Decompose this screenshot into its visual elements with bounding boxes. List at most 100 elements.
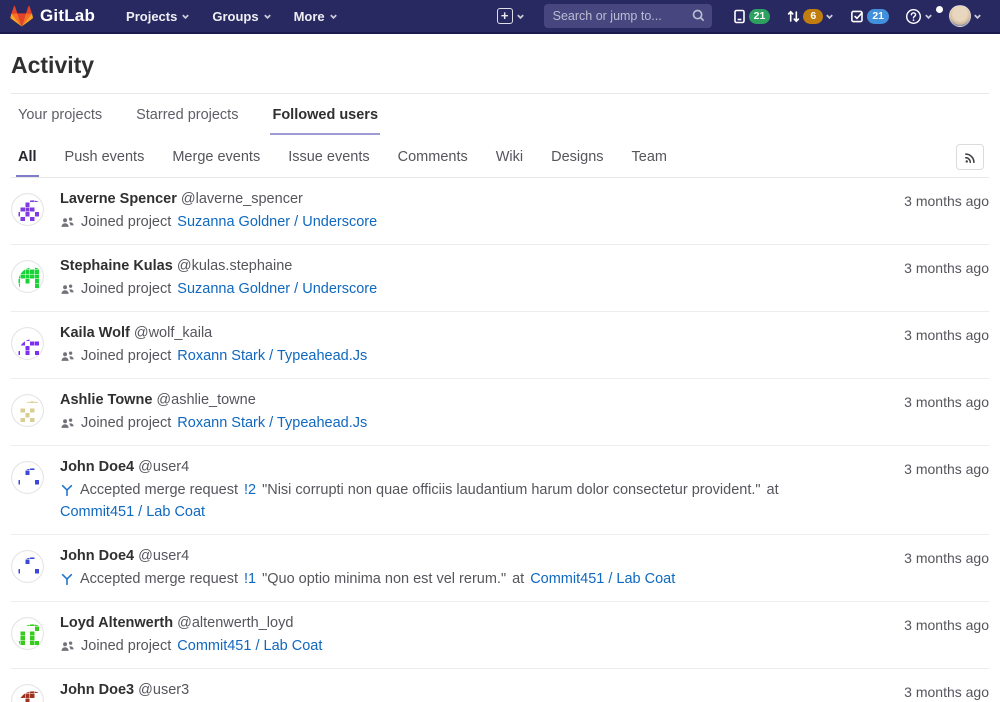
event-detail: Joined project Roxann Stark / Typeahead.…: [60, 415, 890, 431]
event-timestamp: 3 months ago: [904, 325, 989, 343]
event-timestamp: 3 months ago: [904, 191, 989, 209]
scope-tabs: Your projects Starred projects Followed …: [11, 94, 989, 135]
user-handle: @kulas.stephaine: [177, 258, 292, 274]
notification-dot: [936, 6, 943, 13]
connector-text: at: [767, 482, 779, 498]
user-full-name[interactable]: Loyd Altenwerth: [60, 615, 173, 631]
issues-icon: [732, 9, 747, 24]
event-timestamp: 3 months ago: [904, 459, 989, 477]
activity-row: Stephaine Kulas @kulas.stephaine Joined …: [11, 245, 989, 312]
search-input[interactable]: [544, 4, 712, 28]
project-link[interactable]: Commit451 / Lab Coat: [177, 638, 322, 654]
user-identicon-avatar[interactable]: [11, 550, 44, 583]
event-timestamp: 3 months ago: [904, 258, 989, 276]
filter-team[interactable]: Team: [630, 137, 669, 177]
users-icon: [60, 416, 75, 431]
user-identicon-avatar[interactable]: [11, 327, 44, 360]
nav-menu-more[interactable]: More: [283, 0, 349, 32]
users-icon: [60, 215, 75, 230]
project-link[interactable]: Suzanna Goldner / Underscore: [177, 214, 377, 230]
issues-counter-button[interactable]: 21: [724, 9, 779, 24]
global-search: [544, 4, 712, 28]
merge-requests-counter-button[interactable]: 6: [778, 9, 842, 24]
chevron-down-icon: [924, 12, 933, 21]
filter-push-events[interactable]: Push events: [63, 137, 147, 177]
merge-request-ref-link[interactable]: !2: [244, 482, 256, 498]
user-handle: @altenwerth_loyd: [177, 615, 293, 631]
todo-checklist-icon: [850, 9, 865, 24]
user-handle: @laverne_spencer: [181, 191, 303, 207]
filter-all[interactable]: All: [16, 137, 39, 177]
rss-feed-button[interactable]: [956, 144, 984, 170]
activity-row: Ashlie Towne @ashlie_towne Joined projec…: [11, 379, 989, 446]
event-detail: Accepted merge request !1 "Quo optio min…: [60, 571, 890, 587]
user-full-name[interactable]: Stephaine Kulas: [60, 258, 173, 274]
project-link[interactable]: Commit451 / Lab Coat: [60, 504, 205, 520]
user-full-name[interactable]: John Doe4: [60, 459, 134, 475]
event-detail: Joined project Suzanna Goldner / Undersc…: [60, 214, 890, 230]
merge-requests-count-badge: 6: [803, 9, 823, 24]
event-timestamp: 3 months ago: [904, 615, 989, 633]
merge-request-ref-link[interactable]: !1: [244, 571, 256, 587]
search-icon: [692, 9, 705, 27]
user-full-name[interactable]: John Doe3: [60, 682, 134, 698]
activity-list: Laverne Spencer @laverne_spencer Joined …: [11, 178, 989, 702]
filter-issue-events[interactable]: Issue events: [286, 137, 371, 177]
brand-name: GitLab: [40, 6, 95, 26]
merge-request-icon: [60, 572, 74, 587]
todos-counter-button[interactable]: 21: [842, 9, 897, 24]
user-full-name[interactable]: Laverne Spencer: [60, 191, 177, 207]
user-identicon-avatar[interactable]: [11, 617, 44, 650]
event-action-text: Joined project: [81, 415, 171, 431]
user-identicon-avatar[interactable]: [11, 260, 44, 293]
activity-row: Kaila Wolf @wolf_kaila Joined project Ro…: [11, 312, 989, 379]
gitlab-home-link[interactable]: GitLab: [10, 5, 95, 27]
nav-menu-groups[interactable]: Groups: [201, 0, 282, 32]
event-detail: Joined project Suzanna Goldner / Undersc…: [60, 281, 890, 297]
project-link[interactable]: Roxann Stark / Typeahead.Js: [177, 415, 367, 431]
user-full-name[interactable]: Ashlie Towne: [60, 392, 152, 408]
user-full-name[interactable]: Kaila Wolf: [60, 325, 130, 341]
nav-menu-projects[interactable]: Projects: [115, 0, 201, 32]
todos-count-badge: 21: [867, 9, 889, 24]
user-identicon-avatar[interactable]: [11, 684, 44, 702]
user-menu-button[interactable]: [941, 5, 990, 27]
issues-count-badge: 21: [749, 9, 771, 24]
user-identicon-avatar[interactable]: [11, 461, 44, 494]
filter-merge-events[interactable]: Merge events: [170, 137, 262, 177]
chevron-down-icon: [263, 12, 272, 21]
user-handle: @user3: [138, 682, 189, 698]
tab-starred-projects[interactable]: Starred projects: [134, 94, 240, 135]
event-detail: Joined project Commit451 / Lab Coat: [60, 638, 890, 654]
event-timestamp: 3 months ago: [904, 392, 989, 410]
users-icon: [60, 282, 75, 297]
user-identicon-avatar[interactable]: [11, 394, 44, 427]
top-navbar: GitLab Projects Groups More +: [0, 0, 1000, 34]
event-action-text: Joined project: [81, 638, 171, 654]
plus-icon: +: [497, 8, 513, 24]
filter-wiki[interactable]: Wiki: [494, 137, 525, 177]
gitlab-tanuki-logo-icon: [10, 5, 33, 27]
users-icon: [60, 349, 75, 364]
tab-followed-users[interactable]: Followed users: [270, 94, 380, 135]
users-icon: [60, 639, 75, 654]
filter-comments[interactable]: Comments: [396, 137, 470, 177]
project-link[interactable]: Roxann Stark / Typeahead.Js: [177, 348, 367, 364]
merge-request-icon: [786, 9, 801, 24]
project-link[interactable]: Commit451 / Lab Coat: [530, 571, 675, 587]
user-handle: @wolf_kaila: [134, 325, 212, 341]
user-identicon-avatar[interactable]: [11, 193, 44, 226]
help-menu-button[interactable]: [897, 8, 941, 25]
event-detail: Joined project Roxann Stark / Typeahead.…: [60, 348, 890, 364]
merge-request-title-text: "Nisi corrupti non quae officiis laudant…: [262, 482, 760, 498]
event-detail: Accepted merge request !2 "Nisi corrupti…: [60, 482, 890, 520]
chevron-down-icon: [825, 12, 834, 21]
user-handle: @user4: [138, 548, 189, 564]
new-menu-button[interactable]: +: [490, 8, 532, 24]
rss-icon: [963, 150, 978, 165]
filter-designs[interactable]: Designs: [549, 137, 605, 177]
project-link[interactable]: Suzanna Goldner / Underscore: [177, 281, 377, 297]
tab-your-projects[interactable]: Your projects: [16, 94, 104, 135]
user-full-name[interactable]: John Doe4: [60, 548, 134, 564]
event-timestamp: 3 months ago: [904, 548, 989, 566]
